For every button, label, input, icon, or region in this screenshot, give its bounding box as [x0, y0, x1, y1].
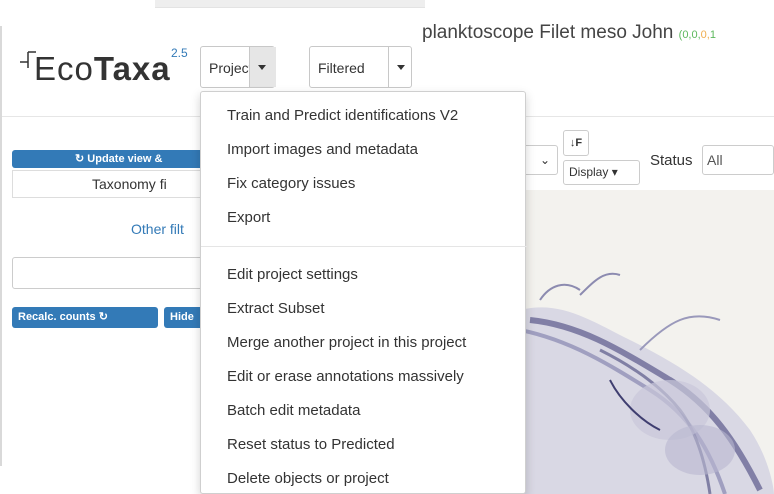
filtered-caret[interactable]: [388, 47, 413, 87]
filter-input[interactable]: [12, 257, 212, 289]
menu-item-merge[interactable]: Merge another project in this project: [227, 334, 466, 351]
plankton-image-drawing: [520, 190, 774, 494]
menu-item-fix-categories[interactable]: Fix category issues: [227, 175, 355, 192]
plankton-image[interactable]: [520, 190, 774, 494]
update-view-button[interactable]: ↻ Update view &: [12, 150, 212, 168]
filtered-menu-button[interactable]: Filtered: [309, 46, 412, 88]
project-menu-button[interactable]: Project: [200, 46, 276, 88]
status-select[interactable]: All: [702, 145, 774, 175]
display-button[interactable]: Display ▾: [563, 160, 640, 185]
sort-icon[interactable]: ↓F: [563, 130, 589, 156]
other-filters-link[interactable]: Other filt: [131, 221, 184, 237]
refresh-icon: ↻: [75, 153, 88, 165]
caret-down-icon: ▾: [611, 165, 618, 179]
menu-item-batch-edit-metadata[interactable]: Batch edit metadata: [227, 402, 360, 419]
menu-item-edit-annotations[interactable]: Edit or erase annotations massively: [227, 368, 464, 385]
project-caret[interactable]: [249, 47, 276, 87]
top-bar-tab: [155, 0, 425, 8]
menu-item-extract-subset[interactable]: Extract Subset: [227, 300, 325, 317]
menu-item-train-predict[interactable]: Train and Predict identifications V2: [227, 107, 458, 124]
filtered-button-label: Filtered: [318, 60, 365, 76]
project-title: planktoscope Filet meso John (0,0,0,1: [422, 22, 716, 43]
project-counts: (0,0,0,1: [678, 29, 716, 41]
menu-divider: [201, 246, 527, 247]
project-button-label: Project: [209, 60, 253, 76]
menu-item-delete[interactable]: Delete objects or project: [227, 470, 389, 487]
caret-down-icon: [258, 65, 266, 70]
caret-down-icon: [397, 65, 405, 70]
menu-item-edit-settings[interactable]: Edit project settings: [227, 266, 358, 283]
taxonomy-filter[interactable]: Taxonomy fi: [12, 170, 212, 198]
project-dropdown-menu: Train and Predict identifications V2 Imp…: [200, 91, 527, 494]
left-edge-line: [0, 26, 2, 466]
menu-item-reset-status[interactable]: Reset status to Predicted: [227, 436, 395, 453]
chevron-down-icon: ⌄: [540, 153, 551, 167]
browser-top-strip: [0, 0, 774, 16]
menu-item-import[interactable]: Import images and metadata: [227, 141, 418, 158]
recalc-counts-button[interactable]: Recalc. counts ↻: [12, 307, 158, 328]
logo-version: 2.5: [171, 46, 188, 60]
refresh-icon: ↻: [98, 311, 108, 323]
status-label: Status: [650, 152, 693, 169]
menu-item-export[interactable]: Export: [227, 209, 270, 226]
logo-text: EcoTaxa: [34, 50, 171, 87]
